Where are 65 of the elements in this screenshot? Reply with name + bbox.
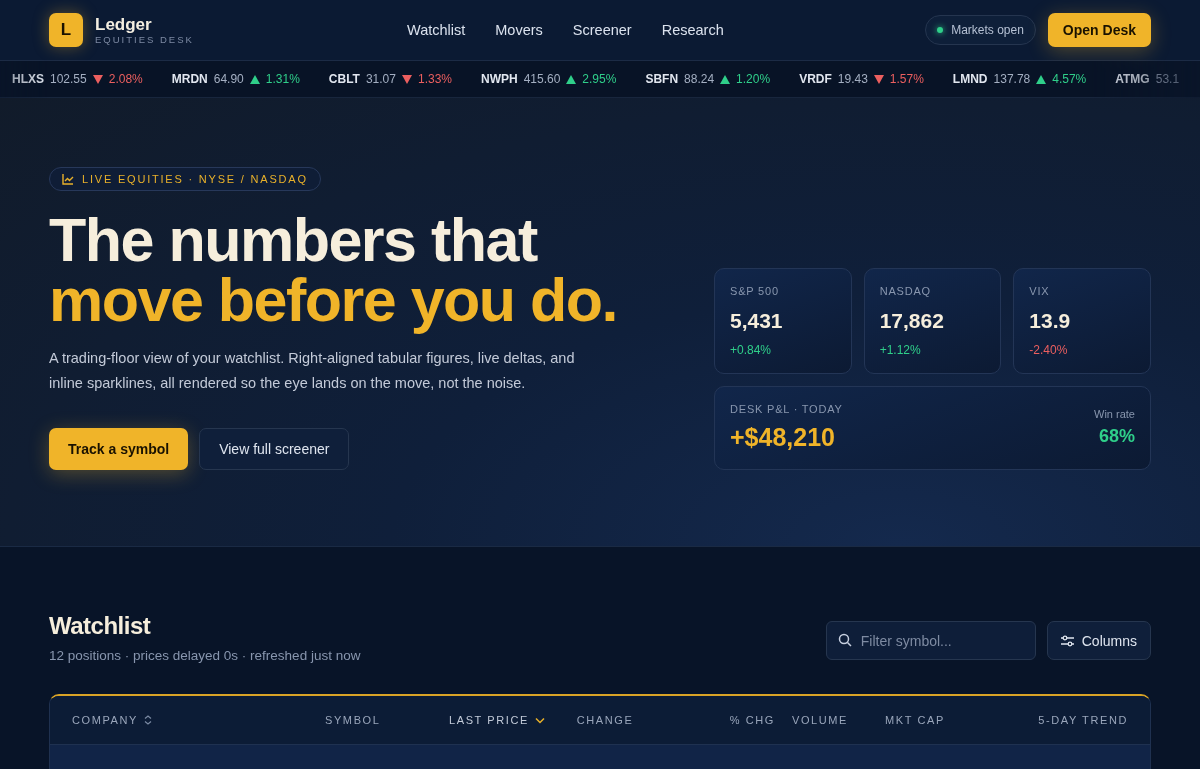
brand-name: Ledger xyxy=(95,15,153,34)
ticker-change: 1.20% xyxy=(736,72,771,86)
ticker-price: 102.55 xyxy=(50,72,87,86)
ticker-symbol: HLXS xyxy=(12,72,44,86)
nav-link[interactable]: Movers xyxy=(495,22,543,38)
ticker-symbol: ATMG xyxy=(1115,72,1150,86)
brand-subtitle: EQUITIES DESK xyxy=(95,33,194,45)
column-header: MKT CAP xyxy=(885,714,945,726)
index-change: +0.84% xyxy=(730,343,773,357)
sortable-column-header[interactable]: COMPANY xyxy=(72,714,138,726)
ticker-change: 1.33% xyxy=(417,72,452,86)
ticker-symbol: LMND xyxy=(952,72,988,86)
ticker-price: 19.43 xyxy=(837,72,868,86)
ticker-change: 1.57% xyxy=(889,72,924,86)
win-rate-label: Win rate xyxy=(1094,408,1135,420)
ticker-price: 53.1 xyxy=(1155,72,1180,86)
ticker-change: 2.95% xyxy=(582,72,617,86)
headline: The numbers that xyxy=(49,210,539,270)
status-label: Markets open xyxy=(951,23,1024,37)
chart-icon xyxy=(62,173,74,185)
column-header: SYMBOL xyxy=(325,714,381,726)
view-screener-button[interactable]: View full screener xyxy=(199,428,350,470)
ticker-price: 415.60 xyxy=(523,72,561,86)
section-title: Watchlist xyxy=(49,612,152,640)
index-name: S&P 500 xyxy=(730,285,780,297)
nav-link[interactable]: Screener xyxy=(572,22,632,38)
sortable-column-header[interactable]: LAST PRICE xyxy=(449,714,529,726)
ticker-symbol: VRDF xyxy=(799,72,832,86)
column-header: CHANGE xyxy=(576,714,634,726)
ticker-symbol: MRDN xyxy=(171,72,208,86)
column-header: % CHG xyxy=(729,714,775,726)
index-value: 17,862 xyxy=(879,309,945,333)
pnl-value: +$48,210 xyxy=(730,423,836,452)
open-desk-button[interactable]: Open Desk xyxy=(1047,13,1151,47)
index-name: NASDAQ xyxy=(879,285,932,297)
filter-field[interactable]: Filter symbol... xyxy=(825,621,1036,660)
index-change: +1.12% xyxy=(879,343,922,357)
index-name: VIX xyxy=(1029,285,1051,297)
ticker-price: 31.07 xyxy=(365,72,396,86)
hero-description: A trading-floor view of your watchlist. Right-aligned tabular figures, live deltas, and inline sparklines, all rendered so the eye lands on the move, not the noise. xyxy=(49,349,576,393)
index-change: -2.40% xyxy=(1029,343,1069,357)
ticker-symbol: CBLT xyxy=(328,72,360,86)
badge-label: LIVE EQUITIES · NYSE / NASDAQ xyxy=(82,173,308,185)
nav-link[interactable]: Watchlist xyxy=(407,22,466,38)
win-rate-value: 68% xyxy=(1098,426,1135,447)
ticker-symbol: NWPH xyxy=(481,72,518,86)
logo-mark: L xyxy=(49,13,83,47)
index-value: 5,431 xyxy=(730,309,784,333)
ticker-change: 1.31% xyxy=(265,72,300,86)
ticker-change: 2.08% xyxy=(108,72,143,86)
column-header: VOLUME xyxy=(791,714,849,726)
column-header: 5-DAY TREND xyxy=(1038,714,1128,726)
ticker-price: 137.78 xyxy=(993,72,1031,86)
ticker-price: 64.90 xyxy=(213,72,244,86)
ticker-change: 4.57% xyxy=(1052,72,1087,86)
columns-button[interactable]: Columns xyxy=(1046,621,1151,660)
nav-link[interactable]: Research xyxy=(661,22,724,38)
index-value: 13.9 xyxy=(1029,309,1072,333)
ticker-symbol: SBFN xyxy=(645,72,679,86)
track-symbol-button[interactable]: Track a symbol xyxy=(49,428,189,470)
sliders-icon xyxy=(1060,634,1074,647)
search-icon xyxy=(837,633,852,647)
ticker-price: 88.24 xyxy=(684,72,715,86)
section-subtitle: 12 positions · prices delayed 0s · refreshed just now xyxy=(49,648,361,663)
pnl-label: DESK P&L · TODAY xyxy=(730,403,843,415)
